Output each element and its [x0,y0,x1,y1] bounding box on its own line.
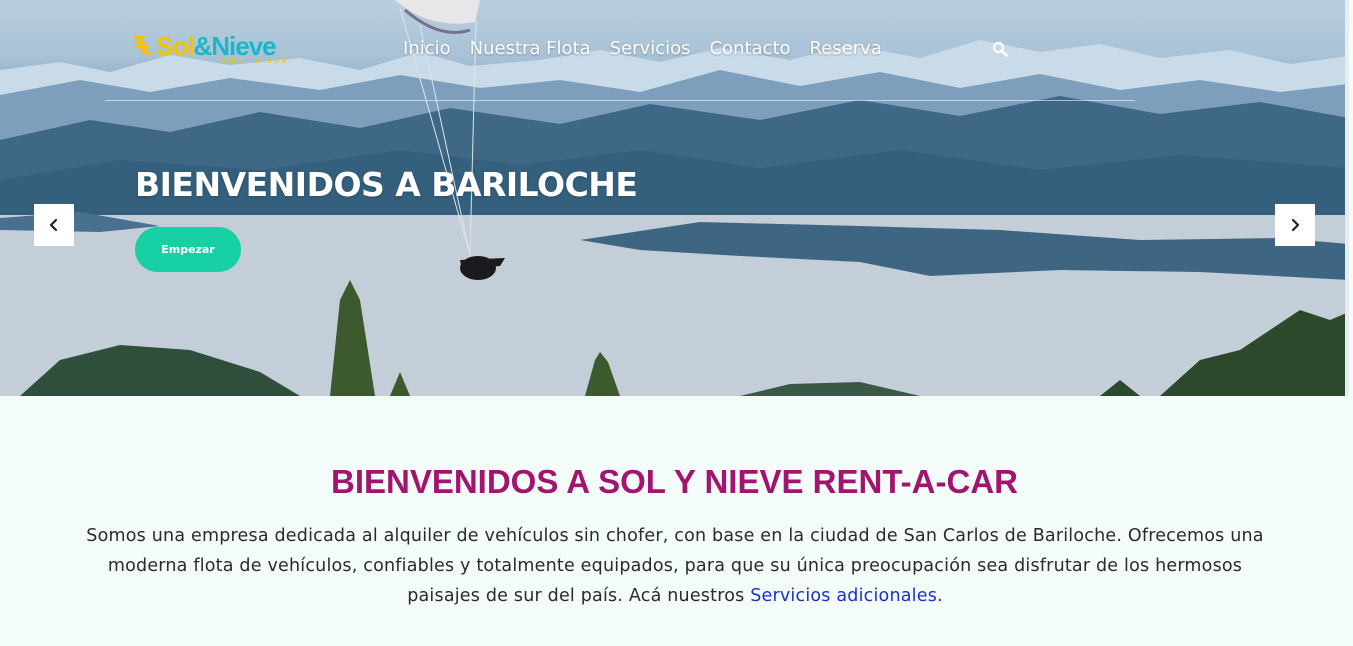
slider-next-button[interactable] [1275,204,1315,246]
nav-item-reserva[interactable]: Reserva [810,38,882,59]
slider-prev-button[interactable] [34,204,74,246]
brand-name-sol: Sol [156,31,194,61]
welcome-section: BIENVENIDOS A SOL Y NIEVE RENT-A-CAR Som… [0,396,1353,646]
welcome-text: Somos una empresa dedicada al alquiler d… [80,521,1270,611]
welcome-title: BIENVENIDOS A SOL Y NIEVE RENT-A-CAR [330,463,1018,500]
servicios-adicionales-link[interactable]: Servicios adicionales [750,586,937,606]
nav-divider [105,100,1135,101]
welcome-text-end: . [937,586,943,606]
empezar-button[interactable]: Empezar [135,227,241,272]
hero-title: BIENVENIDOS A BARILOCHE [135,165,638,204]
nav-item-contacto[interactable]: Contacto [709,38,790,59]
nav-item-nuestra-flota[interactable]: Nuestra Flota [470,38,591,59]
brand-tagline: RENT-A-CAR [222,59,290,65]
nav-item-inicio[interactable]: Inicio [403,38,451,59]
nav-item-servicios[interactable]: Servicios [610,38,691,59]
search-icon[interactable] [992,41,1008,57]
brand-name: Sol&Nieve [156,31,277,62]
chevron-left-icon [49,218,58,232]
scrollbar[interactable] [1345,0,1349,396]
sun-logo-icon [132,36,152,56]
brand-name-amp: & [193,31,212,61]
chevron-right-icon [1291,218,1300,232]
welcome-body-text: Somos una empresa dedicada al alquiler d… [86,526,1264,606]
hero-slider: Sol&Nieve RENT-A-CAR Inicio Nuestra Flot… [0,0,1349,396]
brand-name-nieve: Nieve [211,31,276,61]
main-nav: Inicio Nuestra Flota Servicios Contacto … [403,38,882,59]
